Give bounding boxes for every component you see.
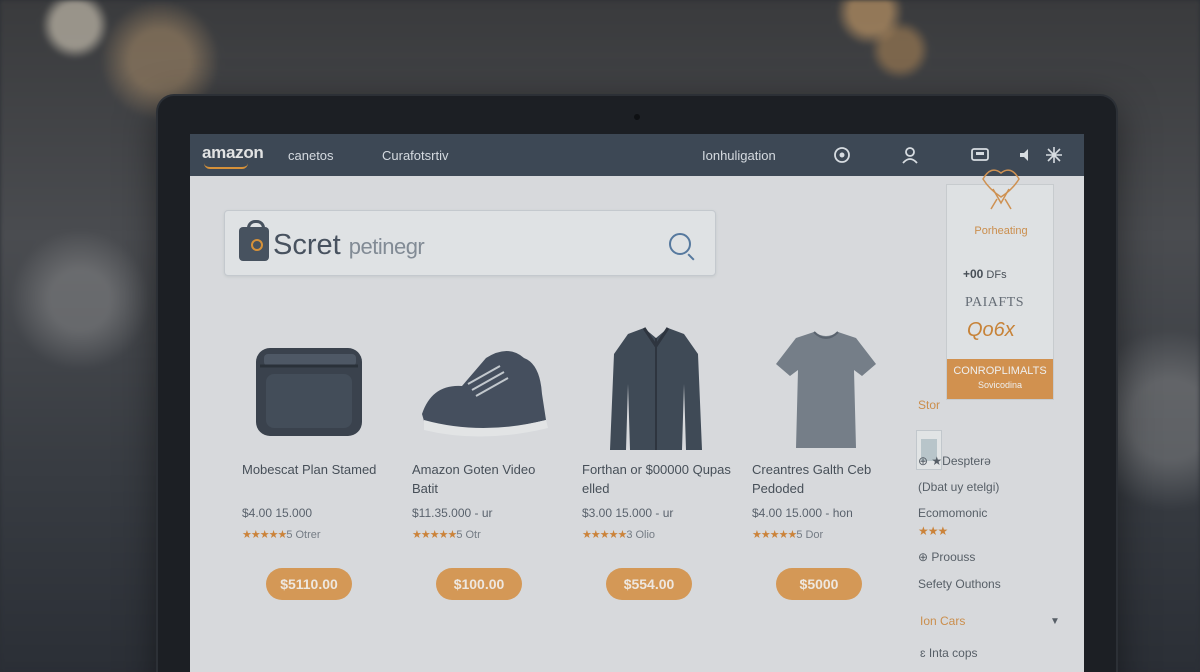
- product-card[interactable]: Amazon Goten Video Batit $11.35.000 - ur…: [412, 324, 562, 654]
- sidebar-item-2[interactable]: (Dbat uy etelgi): [918, 480, 999, 494]
- rating-stars: ★★★★★: [752, 529, 797, 541]
- rating-text: 5 Otrer: [286, 529, 321, 541]
- rating-text: 5 Dor: [796, 529, 824, 541]
- product-image-sneaker[interactable]: [412, 324, 562, 444]
- product-image-tshirt[interactable]: [752, 324, 902, 448]
- promo-cta-button[interactable]: CONROPLIMALTS Sovicodina: [947, 359, 1053, 399]
- sidebar-rating-stars: ★★★: [918, 524, 948, 538]
- rating-stars: ★★★★★: [412, 529, 457, 541]
- store-label: Stor: [918, 398, 941, 412]
- shopping-bag-icon: [239, 220, 269, 261]
- location-icon[interactable]: [831, 144, 853, 166]
- promo-unit: DFs: [986, 269, 1007, 281]
- promo-parts-label: PAIAFTS: [965, 295, 1025, 310]
- top-navigation-bar: amazon canetos Curafotsrtiv Ionhuligatio…: [190, 134, 1084, 176]
- promo-illustration: [982, 169, 1020, 210]
- nav-link-3[interactable]: Ionhuligation: [702, 148, 776, 163]
- promo-cta-subtext: Sovicodina: [977, 380, 1023, 390]
- sidebar-item-5[interactable]: Sefety Outhons: [918, 577, 1001, 591]
- product-card[interactable]: Forthan or $00000 Qupas elled $3.00 15.0…: [582, 324, 732, 654]
- sidebar-footer-link[interactable]: ɛ Inta cops: [920, 646, 978, 660]
- sidebar-dropdown[interactable]: Ion Cars: [920, 614, 965, 628]
- product-card[interactable]: Creantres Galth Ceb Pedoded $4.00 15.000…: [752, 324, 902, 654]
- product-name[interactable]: Amazon Goten Video Batit: [412, 460, 562, 498]
- price-button[interactable]: $554.00: [606, 568, 692, 600]
- product-card[interactable]: Mobescat Plan Stamed $4.00 15.000 ★★★★★5…: [242, 324, 392, 654]
- search-placeholder: petinegr: [348, 234, 425, 259]
- logo-smile: [204, 163, 248, 169]
- nav-link-1[interactable]: canetos: [288, 148, 334, 163]
- product-price: $4.00 15.000: [242, 506, 313, 520]
- search-icon[interactable]: [669, 233, 691, 255]
- rating-text: 3 Olio: [626, 529, 656, 541]
- product-image-jacket[interactable]: [582, 324, 732, 450]
- promo-card[interactable]: Porheating +00 DFs PAIAFTS Qo6x CONROPLI…: [946, 169, 1054, 400]
- product-rating: ★★★★★5 Otrer: [242, 528, 321, 541]
- sidebar-item-3[interactable]: Ecomomonic: [918, 506, 987, 520]
- site-logo[interactable]: amazon: [202, 143, 264, 163]
- price-button[interactable]: $5000: [776, 568, 862, 600]
- product-price: $3.00 15.000 - ur: [582, 506, 674, 520]
- laptop-frame: amazon canetos Curafotsrtiv Ionhuligatio…: [158, 96, 1116, 672]
- account-icon[interactable]: [899, 144, 921, 166]
- price-button[interactable]: $100.00: [436, 568, 522, 600]
- sidebar-item-4[interactable]: ⊕ Proouss: [918, 550, 975, 564]
- nav-link-2[interactable]: Curafotsrtiv: [382, 148, 448, 163]
- search-input[interactable]: Scret petinegr: [273, 229, 425, 262]
- promo-cta-label: CONROPLIMALTS: [953, 365, 1047, 377]
- promo-handwriting: Qo6x: [967, 319, 1015, 341]
- price-button[interactable]: $5110.00: [266, 568, 352, 600]
- chevron-down-icon[interactable]: ▼: [1050, 616, 1060, 627]
- product-price: $11.35.000 - ur: [412, 506, 493, 520]
- product-name[interactable]: Mobescat Plan Stamed: [242, 460, 392, 479]
- webcam: [634, 114, 640, 120]
- product-name[interactable]: Forthan or $00000 Qupas elled: [582, 460, 732, 498]
- product-rating: ★★★★★3 Olio: [582, 528, 655, 541]
- product-price: $4.00 15.000 - hon: [752, 506, 853, 520]
- product-name[interactable]: Creantres Galth Ceb Pedoded: [752, 460, 902, 498]
- search-brand-word: Scret: [273, 229, 341, 261]
- settings-icon[interactable]: [1043, 144, 1065, 166]
- laptop-screen: amazon canetos Curafotsrtiv Ionhuligatio…: [190, 134, 1084, 672]
- product-image-bag[interactable]: [242, 324, 392, 444]
- rating-stars: ★★★★★: [582, 529, 627, 541]
- promo-value: +00: [963, 267, 984, 281]
- rating-text: 5 Otr: [456, 529, 481, 541]
- promo-title: Porheating: [974, 225, 1028, 237]
- search-bar[interactable]: Scret petinegr: [224, 210, 716, 276]
- product-rating: ★★★★★5 Dor: [752, 528, 823, 541]
- rating-stars: ★★★★★: [242, 529, 287, 541]
- promo-detail: +00 DFs: [963, 267, 1007, 281]
- product-rating: ★★★★★5 Otr: [412, 528, 481, 541]
- sidebar-item-1[interactable]: ⊕ ★Despterə: [918, 454, 991, 468]
